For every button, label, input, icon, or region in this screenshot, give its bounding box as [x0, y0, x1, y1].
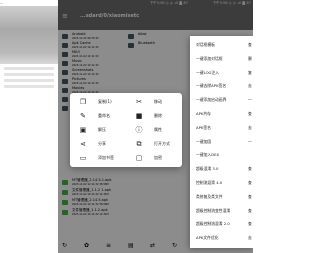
panel-home: ... — [0, 0, 58, 253]
open-with-icon: ⧉ — [136, 140, 142, 148]
menu-item-right: 查 — [248, 42, 252, 47]
action-rename[interactable]: ✎ 重命名 — [72, 109, 126, 123]
menu-item-right: 去 — [248, 124, 252, 130]
action-label: 复制(1) — [98, 99, 112, 104]
menu-item[interactable]: 控制流混淆 4.0 — [196, 177, 222, 189]
copy-icon: ❐ — [79, 98, 87, 106]
action-label: 属性 — [154, 127, 162, 132]
action-info[interactable]: ⓘ 属性 — [128, 123, 182, 137]
menu-item[interactable]: 一键去除APK签名 — [196, 80, 226, 92]
tools-popup-menu: 对话框模板查一键添加对话框删一键LOG注入复一键去除APK签名去一键添加启动画界… — [190, 36, 253, 248]
menu-item-right: 查 — [248, 166, 252, 172]
menu-item[interactable]: 对话框模板 — [196, 39, 215, 51]
menu-item-right: 一 — [248, 138, 252, 144]
screen: ... 下午3:56 ◎ ◎ .ıll ◙ 87 ≡ ...sdard/0/xi… — [0, 0, 253, 253]
menu-item[interactable]: APK签名 — [196, 122, 211, 134]
action-share[interactable]: ⋖ 分享 — [72, 137, 126, 151]
action-archive[interactable]: ▣ 解压 — [72, 123, 126, 137]
blurred-line — [4, 79, 54, 82]
menu-item-right: 查 — [248, 111, 252, 116]
action-label: 打开方式 — [154, 141, 170, 146]
menu-item-right: 查 — [248, 207, 252, 213]
bookmark-icon: ▭ — [79, 154, 87, 162]
info-icon: ⓘ — [135, 126, 143, 134]
action-open-with[interactable]: ⧉ 打开方式 — [128, 137, 182, 151]
menu-item[interactable]: 一键添加对话框 — [196, 53, 223, 65]
menu-item-right: 查 — [248, 221, 252, 227]
blurred-content — [0, 64, 58, 104]
action-label: 添加书签 — [98, 155, 114, 160]
action-lock[interactable]: ▢ 加密 — [128, 151, 182, 165]
menu-item-right: 复 — [248, 69, 252, 75]
share-icon: ⋖ — [80, 140, 86, 148]
menu-item[interactable]: 超级控制流变性混淆 — [196, 205, 230, 217]
menu-item[interactable]: 一键加入DEX — [196, 149, 219, 161]
status-text: ... — [0, 1, 4, 5]
menu-item-right: 去 — [248, 235, 252, 241]
menu-item-right: 查 — [248, 193, 252, 199]
action-bookmark[interactable]: ▭ 添加书签 — [72, 151, 126, 165]
trash-icon: ■ — [135, 112, 143, 120]
menu-item[interactable]: 一键LOG注入 — [196, 67, 219, 79]
menu-item[interactable]: 超级控制流混淆 2.0 — [196, 218, 230, 230]
cut-icon: ✂ — [136, 98, 142, 106]
action-cut[interactable]: ✂ 移动 — [128, 95, 182, 109]
action-label: 加密 — [154, 155, 162, 160]
action-trash[interactable]: ■ 删除 — [128, 109, 182, 123]
menu-item-right: 去 — [248, 83, 252, 89]
lock-icon: ▢ — [135, 154, 143, 162]
action-label: 分享 — [98, 141, 106, 146]
blurred-wallpaper — [0, 6, 58, 64]
file-actions-dialog: ❐ 复制(1) ✂ 移动 ✎ 重命名 ■ 删除 ▣ 解压 ⓘ 属性 ⋖ 分享 ⧉ 打开方式 ▭ 添加书签 ▢ 加密 — [70, 93, 182, 167]
blurred-line — [4, 73, 54, 76]
archive-icon: ▣ — [79, 126, 87, 134]
menu-item-right: 查 — [248, 180, 252, 185]
rename-icon: ✎ — [80, 112, 86, 120]
menu-item[interactable]: 类修复及类文件 — [196, 191, 223, 203]
menu-item[interactable]: 一键添加启动画界 — [196, 94, 226, 106]
menu-item[interactable]: 超级混淆 3.0 — [196, 163, 218, 175]
menu-item-right: 删 — [248, 55, 252, 61]
menu-item[interactable]: APK共存 — [196, 108, 211, 120]
blurred-line — [4, 67, 54, 70]
action-label: 移动 — [154, 99, 162, 104]
action-copy[interactable]: ❐ 复制(1) — [72, 95, 126, 109]
action-label: 删除 — [154, 113, 162, 118]
action-label: 重命名 — [98, 113, 110, 118]
menu-item-right: 一 — [248, 97, 252, 103]
blurred-line — [4, 85, 54, 88]
action-label: 解压 — [98, 127, 106, 132]
menu-item[interactable]: 一键加固 — [196, 136, 211, 148]
menu-item[interactable]: APK文件优化 — [196, 232, 219, 244]
